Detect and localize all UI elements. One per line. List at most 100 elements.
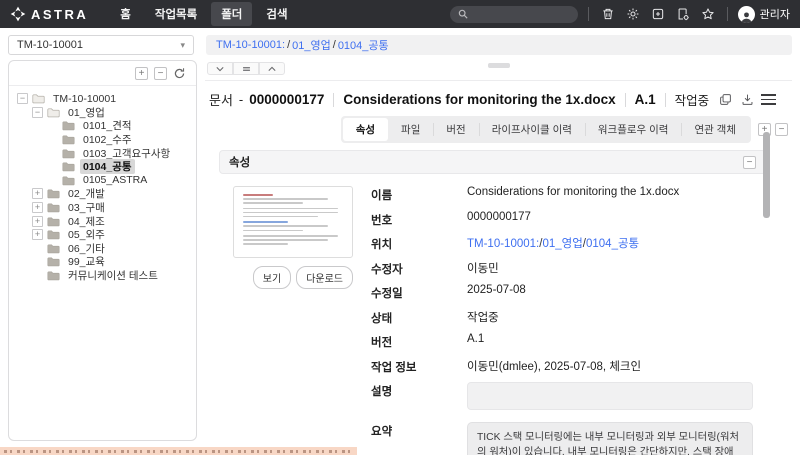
folder-icon bbox=[32, 93, 45, 104]
tree-item-label[interactable]: TM-10-10001 bbox=[50, 93, 119, 105]
tree-item[interactable]: 99_교육 bbox=[11, 255, 194, 269]
property-label: 작업 정보 bbox=[371, 358, 467, 375]
preview-buttons: 보기 다운로드 bbox=[233, 266, 353, 289]
divider bbox=[665, 93, 666, 107]
navbar-menu-item[interactable]: 검색 bbox=[256, 2, 297, 26]
settings-gear-icon[interactable] bbox=[624, 5, 642, 23]
folder-tree-panel: + − − TM-10-10001 − 01_영업 bbox=[8, 60, 197, 441]
content-panel: 문서 - 0000000177 Considerations for monit… bbox=[197, 60, 792, 455]
tab[interactable]: 연관 객체 bbox=[681, 118, 749, 141]
split-equal-icon[interactable] bbox=[233, 62, 259, 75]
search-input[interactable] bbox=[473, 9, 570, 20]
tree-item[interactable]: + 04_제조 bbox=[11, 214, 194, 228]
tree-expander-icon[interactable]: + bbox=[32, 216, 43, 227]
property-value: 이동민 bbox=[467, 260, 753, 276]
property-row: 수정일 2025-07-08 bbox=[371, 284, 753, 301]
collapse-down-icon[interactable] bbox=[207, 62, 233, 75]
astra-logo-icon bbox=[10, 6, 26, 22]
menu-hamburger-icon[interactable] bbox=[761, 94, 776, 105]
copy-icon[interactable] bbox=[719, 93, 732, 106]
page: ASTRA 홈작업목록폴더검색 bbox=[0, 0, 800, 455]
trash-icon[interactable] bbox=[599, 5, 617, 23]
tree-item[interactable]: 커뮤니케이션 테스트 bbox=[11, 269, 194, 283]
document-thumbnail[interactable] bbox=[233, 186, 353, 258]
document-number: 0000000177 bbox=[249, 92, 324, 107]
navbar-right: 관리자 bbox=[450, 5, 790, 23]
breadcrumb-link[interactable]: 0104_공통 bbox=[338, 37, 389, 53]
property-label: 번호 bbox=[371, 211, 467, 228]
collapse-sections-icon[interactable]: − bbox=[775, 123, 788, 136]
property-label: 이름 bbox=[371, 186, 467, 203]
properties-body: 보기 다운로드 이름 Considerations for monitoring… bbox=[233, 186, 766, 455]
tree-expander-icon[interactable]: + bbox=[32, 229, 43, 240]
tree-item[interactable]: + 02_개발 bbox=[11, 187, 194, 201]
tree-item[interactable]: 0101_견적 bbox=[11, 119, 194, 133]
location-link-segment[interactable]: 01_영업 bbox=[542, 238, 582, 250]
navbar-menu-item[interactable]: 홈 bbox=[110, 2, 141, 26]
tree-item-label[interactable]: 0102_수주 bbox=[80, 132, 135, 147]
download-icon[interactable] bbox=[741, 93, 754, 106]
collapse-all-icon[interactable]: − bbox=[154, 67, 167, 80]
splitter-handle[interactable] bbox=[488, 63, 510, 68]
tab[interactable]: 라이프사이클 이력 bbox=[479, 118, 585, 141]
refresh-icon[interactable] bbox=[173, 67, 186, 80]
tree-item[interactable]: 0105_ASTRA bbox=[11, 174, 194, 188]
document-version: A.1 bbox=[635, 92, 656, 107]
tree-item-label[interactable]: 0105_ASTRA bbox=[80, 174, 150, 186]
tree-expander-icon[interactable]: − bbox=[17, 93, 28, 104]
tree-item[interactable]: 0103_고객요구사항 bbox=[11, 146, 194, 160]
tree-expander-icon[interactable]: − bbox=[32, 107, 43, 118]
tree-item[interactable]: − 01_영업 bbox=[11, 106, 194, 120]
workspace-select[interactable]: TM-10-10001 ▾ bbox=[8, 35, 194, 55]
vertical-scrollbar[interactable] bbox=[763, 132, 770, 218]
document-settings-icon[interactable] bbox=[674, 5, 692, 23]
tree-item[interactable]: + 03_구매 bbox=[11, 201, 194, 215]
tab[interactable]: 워크플로우 이력 bbox=[585, 118, 682, 141]
global-search[interactable] bbox=[450, 6, 578, 23]
search-icon bbox=[458, 9, 468, 19]
collapse-up-icon[interactable] bbox=[259, 62, 285, 75]
view-button[interactable]: 보기 bbox=[253, 266, 291, 289]
user-menu[interactable]: 관리자 bbox=[738, 6, 790, 23]
tree-item[interactable]: 06_기타 bbox=[11, 242, 194, 256]
navbar-menu: 홈작업목록폴더검색 bbox=[110, 2, 297, 26]
tree-item[interactable]: 0102_수주 bbox=[11, 133, 194, 147]
breadcrumb-link[interactable]: TM-10-10001: bbox=[216, 39, 285, 51]
tree-item[interactable]: 0104_공통 bbox=[11, 160, 194, 174]
tree-item-label[interactable]: 03_구매 bbox=[65, 200, 108, 215]
detail-tabs: 속성파일버전라이프사이클 이력워크플로우 이력연관 객체 bbox=[341, 116, 751, 143]
document-title: Considerations for monitoring the 1x.doc… bbox=[343, 92, 615, 107]
tree-expander-icon[interactable]: + bbox=[32, 188, 43, 199]
tree-item-label[interactable]: 05_외주 bbox=[65, 227, 108, 242]
properties-section: 속성 − 보기 다운로드 bbox=[219, 150, 766, 455]
location-link-segment[interactable]: 0104_공통 bbox=[586, 238, 639, 250]
location-link-segment[interactable]: TM-10-10001: bbox=[467, 238, 539, 250]
tree-item[interactable]: − TM-10-10001 bbox=[11, 92, 194, 106]
tree-expander-icon[interactable]: + bbox=[32, 202, 43, 213]
avatar bbox=[738, 6, 755, 23]
breadcrumb-separator: / bbox=[333, 39, 336, 51]
navbar-menu-item[interactable]: 작업목록 bbox=[145, 2, 207, 26]
expand-all-icon[interactable]: + bbox=[135, 67, 148, 80]
tree-item-label[interactable]: 0104_공통 bbox=[80, 159, 135, 174]
divider bbox=[727, 7, 728, 21]
location-link[interactable]: TM-10-10001:/01_영업/0104_공통 bbox=[467, 235, 753, 251]
tree-item[interactable]: + 05_외주 bbox=[11, 228, 194, 242]
tab[interactable]: 파일 bbox=[388, 118, 433, 141]
property-label: 수정일 bbox=[371, 284, 467, 301]
new-window-icon[interactable] bbox=[649, 5, 667, 23]
tree-item-label[interactable]: 커뮤니케이션 테스트 bbox=[65, 268, 161, 283]
collapse-section-icon[interactable]: − bbox=[743, 156, 756, 169]
breadcrumb-link[interactable]: 01_영업 bbox=[292, 37, 331, 53]
folder-icon bbox=[47, 256, 60, 267]
favorites-star-icon[interactable] bbox=[699, 5, 717, 23]
navbar-menu-item[interactable]: 폴더 bbox=[211, 2, 252, 26]
document-actions bbox=[719, 93, 754, 106]
link-preview-text bbox=[4, 450, 353, 453]
tab[interactable]: 버전 bbox=[433, 118, 478, 141]
brand-logo[interactable]: ASTRA bbox=[10, 6, 88, 22]
document-type-label: 문서 bbox=[209, 90, 233, 109]
download-button[interactable]: 다운로드 bbox=[296, 266, 353, 289]
properties-fields: 이름 Considerations for monitoring the 1x.… bbox=[371, 186, 753, 455]
tab[interactable]: 속성 bbox=[343, 118, 388, 141]
